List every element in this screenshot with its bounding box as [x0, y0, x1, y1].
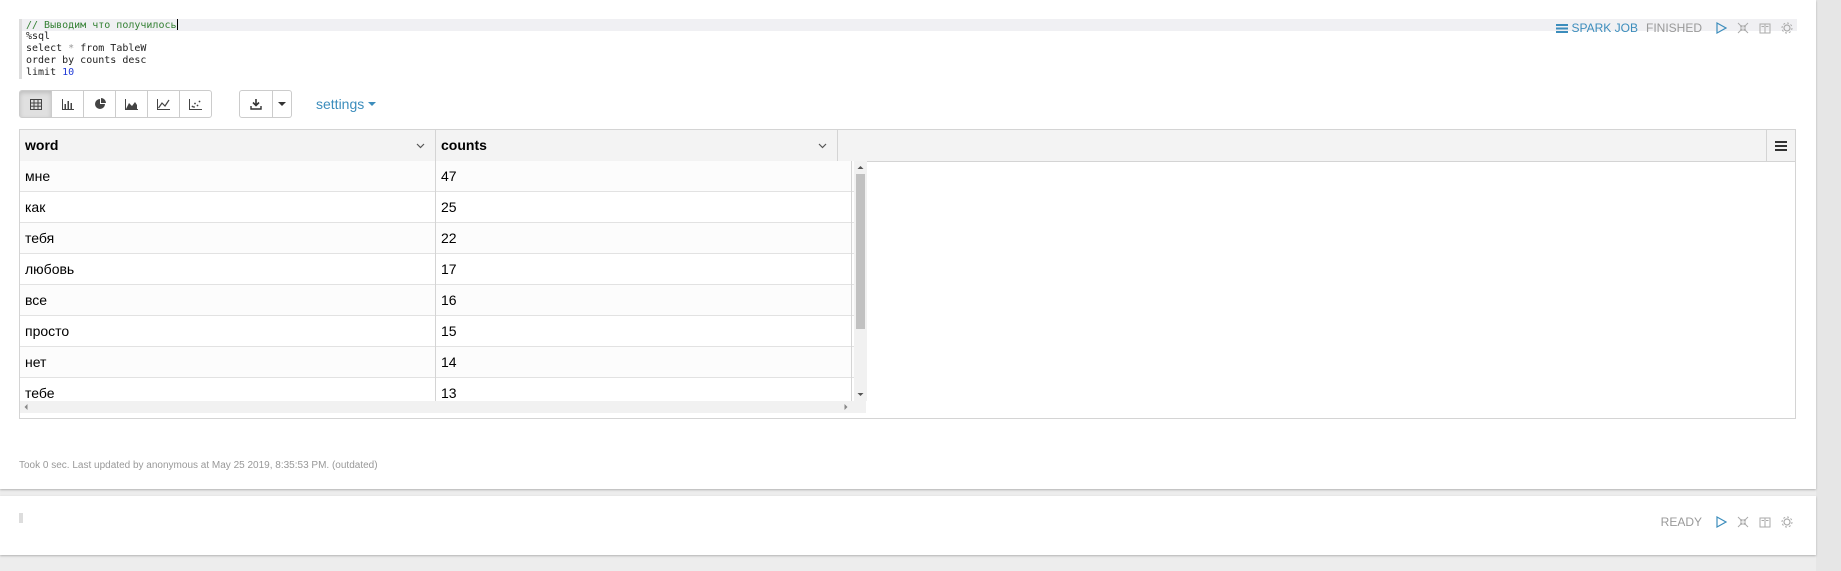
- grid-menu-button[interactable]: [1766, 130, 1795, 161]
- vertical-scrollbar[interactable]: [854, 161, 867, 401]
- collapse-icon[interactable]: [1736, 21, 1750, 35]
- paragraph-status: FINISHED: [1645, 21, 1702, 35]
- table-body: мне 47 как 25 тебя 22 любовь 17 все 16 просто 15 нет…: [20, 161, 866, 401]
- code-token: order by counts desc: [26, 55, 147, 66]
- scroll-up-icon[interactable]: [854, 161, 867, 174]
- scatter-chart-button[interactable]: [179, 90, 212, 118]
- download-icon: [250, 99, 262, 110]
- table-row[interactable]: тебя 22: [20, 223, 866, 254]
- column-header-label: word: [25, 137, 59, 153]
- table-row[interactable]: нет 14: [20, 347, 866, 378]
- text-cursor: [176, 19, 178, 30]
- table-row[interactable]: любовь 17: [20, 254, 866, 285]
- cell-counts[interactable]: 22: [436, 223, 852, 254]
- code-line[interactable]: %sql: [19, 31, 1797, 43]
- visualization-toolbar: settings: [19, 89, 377, 119]
- paragraph-status: READY: [1660, 515, 1702, 529]
- paragraph-sql: // Выводим что получилось %sql select * fr…: [0, 0, 1816, 489]
- run-icon[interactable]: [1714, 21, 1728, 35]
- paragraph-empty: READY: [0, 496, 1816, 555]
- table-row[interactable]: мне 47: [20, 161, 866, 192]
- table-row[interactable]: все 16: [20, 285, 866, 316]
- caret-down-icon: [278, 102, 286, 106]
- table-view-button[interactable]: [19, 90, 52, 118]
- cell-counts[interactable]: 17: [436, 254, 852, 285]
- area-chart-button[interactable]: [115, 90, 148, 118]
- download-group: [239, 90, 292, 118]
- cell-word[interactable]: мне: [20, 161, 436, 192]
- result-table: word counts мне 47 как 25 тебя 22 любовь 17 все 1…: [19, 129, 1796, 419]
- run-icon[interactable]: [1714, 515, 1728, 529]
- table-header: word counts: [20, 130, 1795, 162]
- horizontal-scrollbar[interactable]: [20, 401, 866, 413]
- line-chart-button[interactable]: [147, 90, 180, 118]
- caret-down-icon: [368, 102, 377, 106]
- cell-word[interactable]: тебя: [20, 223, 436, 254]
- pie-chart-icon: [94, 98, 106, 109]
- code-editor[interactable]: // Выводим что получилось %sql select * fr…: [19, 19, 1797, 79]
- area-chart-icon: [125, 98, 138, 110]
- download-options-button[interactable]: [273, 90, 292, 118]
- settings-label: settings: [316, 96, 365, 112]
- code-token: from TableW: [74, 43, 147, 54]
- cell-word[interactable]: все: [20, 285, 436, 316]
- spark-job-link[interactable]: SPARK JOB: [1555, 21, 1638, 35]
- cell-counts[interactable]: 13: [436, 378, 852, 401]
- cell-word[interactable]: просто: [20, 316, 436, 347]
- code-line[interactable]: select * from TableW: [19, 43, 1797, 55]
- cell-word[interactable]: тебе: [20, 378, 436, 401]
- cell-counts[interactable]: 25: [436, 192, 852, 223]
- spark-job-label: SPARK JOB: [1571, 21, 1638, 35]
- chart-type-group: [19, 90, 212, 118]
- table-row[interactable]: просто 15: [20, 316, 866, 347]
- paragraph-header-controls: READY: [1661, 515, 1794, 529]
- code-token: %sql: [26, 31, 51, 42]
- page-scroll-track[interactable]: [1816, 0, 1841, 571]
- scrollbar-thumb[interactable]: [856, 174, 865, 329]
- table-icon: [29, 98, 42, 110]
- scatter-chart-icon: [189, 98, 202, 110]
- line-chart-icon: [157, 98, 170, 110]
- table-row[interactable]: тебе 13: [20, 378, 866, 401]
- code-line[interactable]: // Выводим что получилось: [19, 19, 1797, 31]
- code-editor[interactable]: [19, 513, 23, 523]
- cell-word[interactable]: любовь: [20, 254, 436, 285]
- cell-counts[interactable]: 15: [436, 316, 852, 347]
- bar-chart-icon: [61, 98, 74, 110]
- paragraph-footer: Took 0 sec. Last updated by anonymous at…: [19, 460, 378, 471]
- chevron-down-icon[interactable]: [818, 130, 827, 161]
- pie-chart-button[interactable]: [83, 90, 116, 118]
- code-token: // Выводим что получилось: [26, 20, 177, 31]
- cell-counts[interactable]: 47: [436, 161, 852, 192]
- cell-counts[interactable]: 16: [436, 285, 852, 316]
- code-line[interactable]: order by counts desc: [19, 55, 1797, 67]
- gear-icon[interactable]: [1780, 21, 1794, 35]
- scroll-down-icon[interactable]: [854, 388, 867, 401]
- gear-icon[interactable]: [1780, 515, 1794, 529]
- paragraph-header-controls: SPARK JOB FINISHED: [1555, 21, 1794, 35]
- bar-chart-button[interactable]: [51, 90, 84, 118]
- code-line[interactable]: limit 10: [19, 67, 1797, 79]
- column-header-label: counts: [441, 137, 487, 153]
- cell-word[interactable]: как: [20, 192, 436, 223]
- chevron-down-icon[interactable]: [416, 130, 425, 161]
- code-token: 10: [62, 67, 75, 78]
- code-token: limit: [26, 67, 63, 78]
- list-icon: [1555, 24, 1568, 33]
- hamburger-icon: [1775, 140, 1787, 151]
- code-token: select: [26, 43, 69, 54]
- scroll-right-icon[interactable]: [840, 401, 852, 413]
- cell-counts[interactable]: 14: [436, 347, 852, 378]
- column-header-counts[interactable]: counts: [436, 130, 838, 161]
- cell-word[interactable]: нет: [20, 347, 436, 378]
- book-icon[interactable]: [1758, 21, 1772, 35]
- book-icon[interactable]: [1758, 515, 1772, 529]
- download-button[interactable]: [239, 90, 273, 118]
- table-row[interactable]: как 25: [20, 192, 866, 223]
- settings-toggle[interactable]: settings: [316, 96, 377, 112]
- scroll-left-icon[interactable]: [20, 401, 32, 413]
- collapse-icon[interactable]: [1736, 515, 1750, 529]
- column-header-word[interactable]: word: [20, 130, 436, 161]
